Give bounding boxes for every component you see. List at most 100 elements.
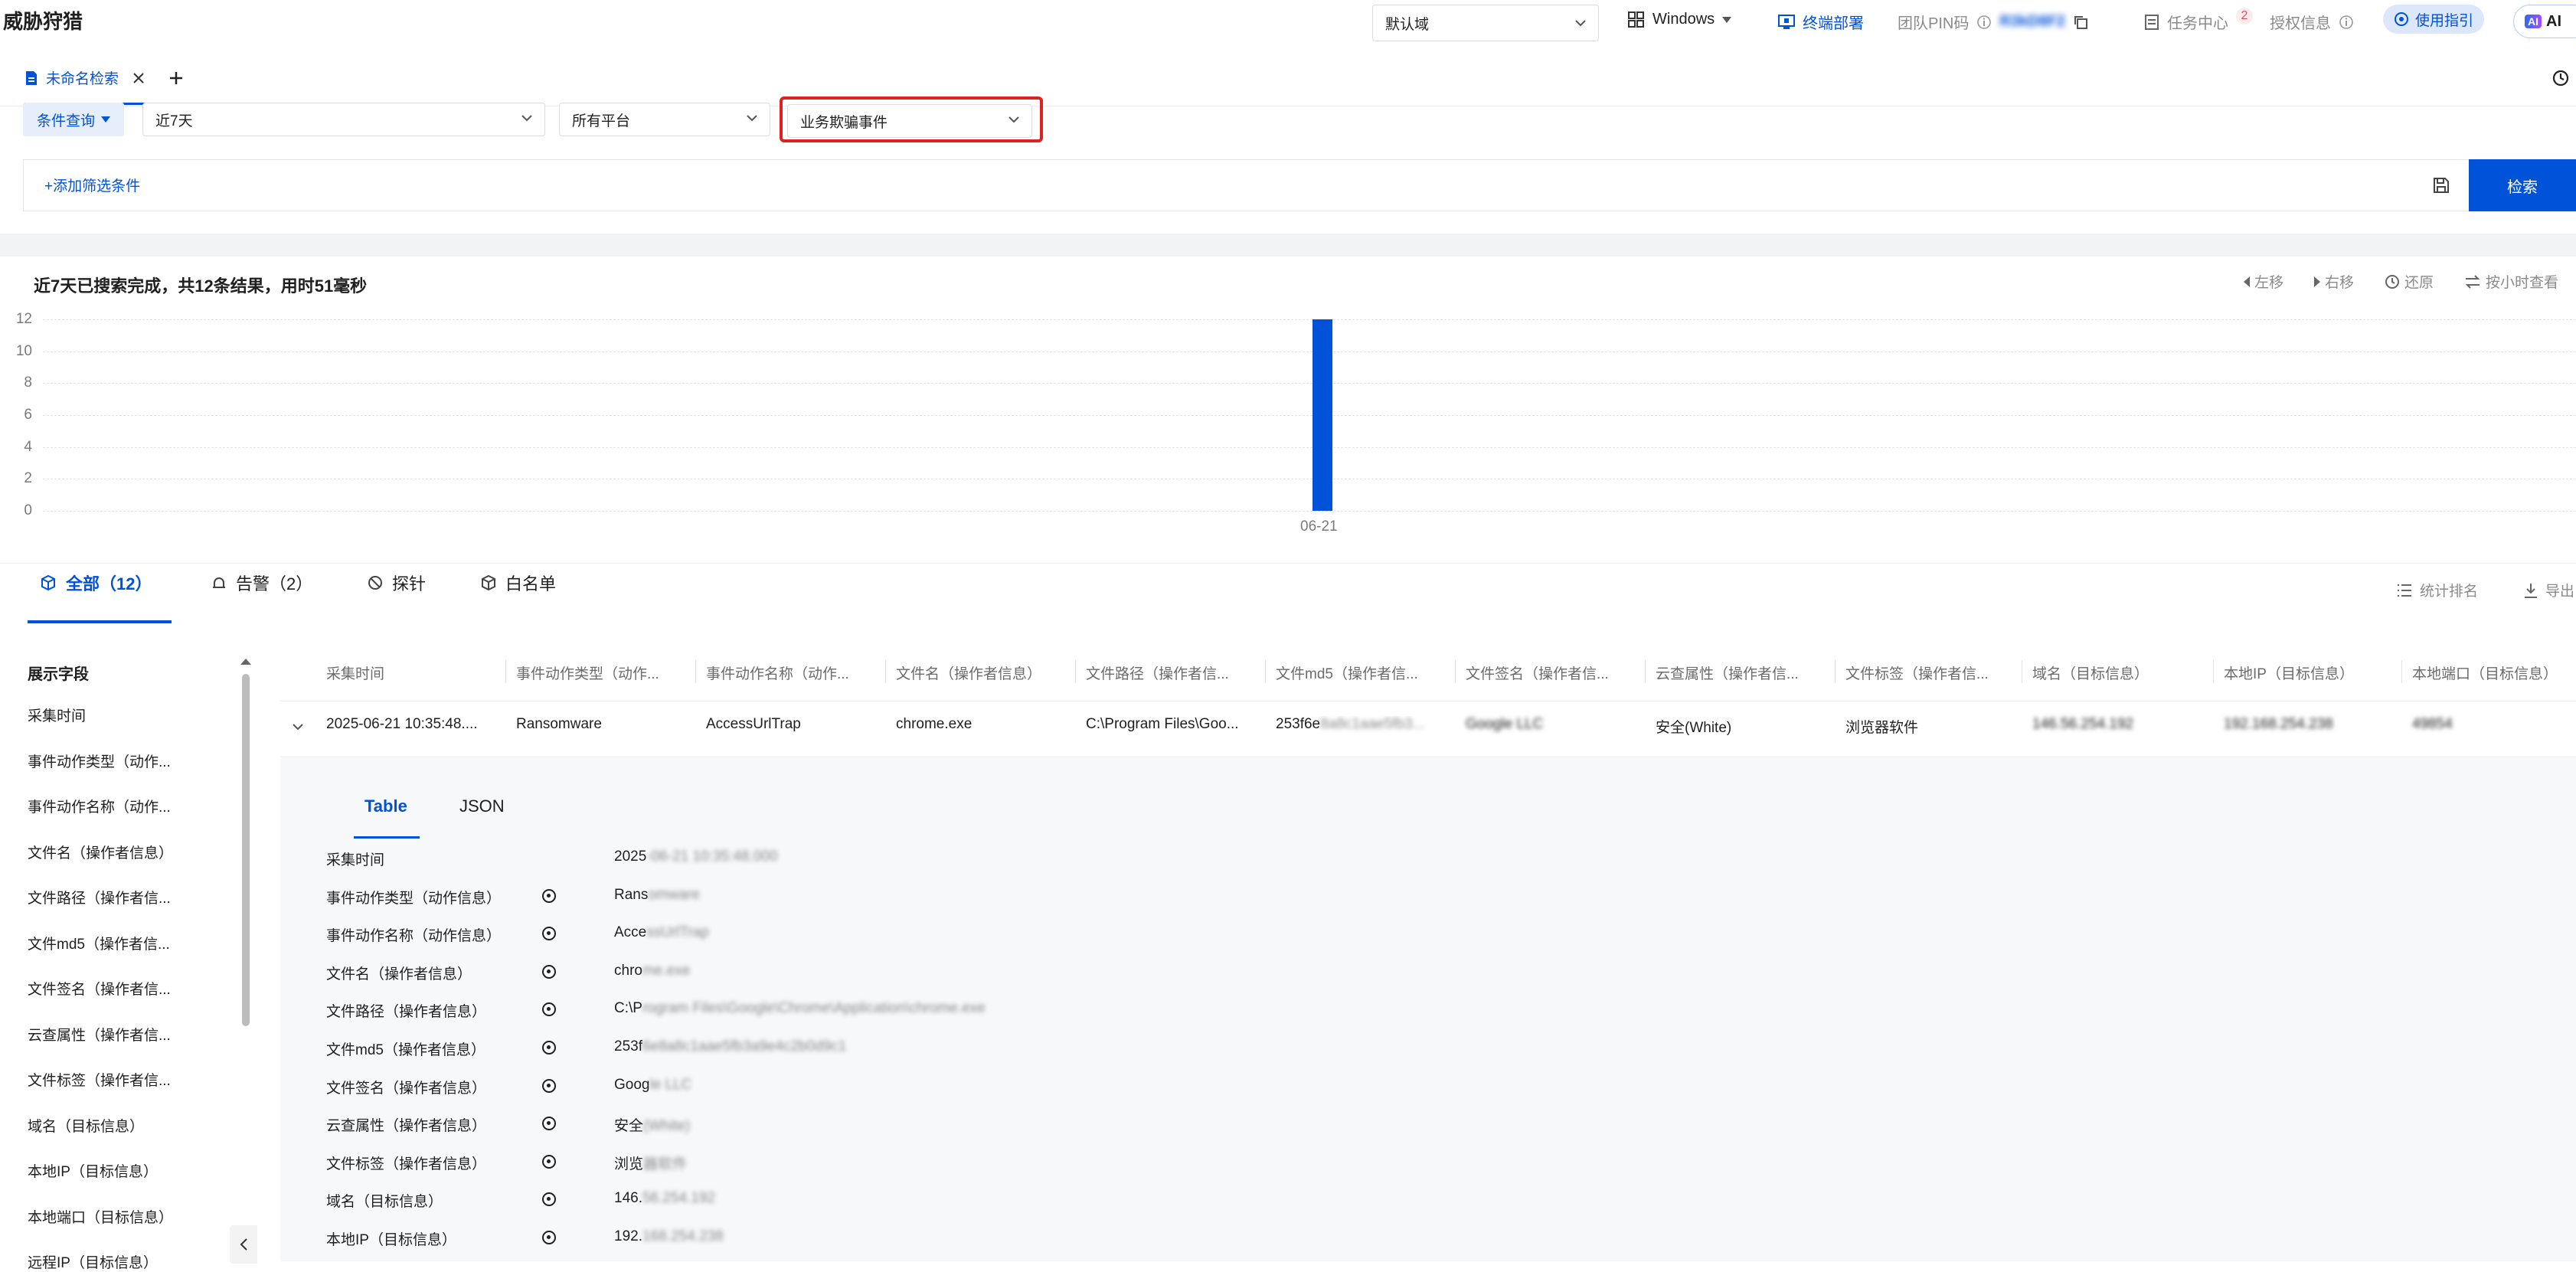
column-header[interactable]: 文件md5（操作者信... bbox=[1276, 662, 1452, 683]
domain-select[interactable]: 默认域 bbox=[1372, 5, 1599, 41]
column-separator[interactable] bbox=[885, 660, 886, 683]
detail-value-masked: ssUrlTrap bbox=[646, 924, 709, 941]
filter-add-icon[interactable] bbox=[542, 888, 556, 903]
collapse-panel-button[interactable] bbox=[230, 1225, 257, 1264]
search-button[interactable]: 检索 bbox=[2469, 159, 2576, 211]
add-filter-link[interactable]: +添加筛选条件 bbox=[44, 175, 140, 195]
field-item[interactable]: 文件md5（操作者信... bbox=[28, 933, 170, 953]
field-item[interactable]: 文件路径（操作者信... bbox=[28, 887, 171, 907]
column-separator[interactable] bbox=[1265, 660, 1266, 683]
column-header[interactable]: 文件标签（操作者信... bbox=[1845, 662, 2022, 683]
swap-icon bbox=[2465, 274, 2480, 289]
add-tab-icon[interactable] bbox=[168, 70, 184, 86]
field-item[interactable]: 文件名（操作者信息） bbox=[28, 842, 173, 862]
column-separator[interactable] bbox=[2401, 660, 2402, 683]
filter-add-icon[interactable] bbox=[542, 1041, 556, 1055]
copy-icon[interactable] bbox=[2073, 15, 2088, 30]
detail-value: 192.168.254.238 bbox=[614, 1228, 724, 1245]
tab-whitelist[interactable]: 白名单 bbox=[481, 571, 556, 595]
column-header[interactable]: 文件名（操作者信息） bbox=[896, 662, 1072, 683]
filter-add-icon[interactable] bbox=[542, 1078, 556, 1093]
detail-tab-indicator bbox=[354, 836, 420, 839]
os-select[interactable]: Windows bbox=[1628, 11, 1732, 28]
field-item[interactable]: 文件签名（操作者信... bbox=[28, 978, 171, 999]
field-item[interactable]: 域名（目标信息） bbox=[28, 1115, 144, 1136]
detail-value-visible: chro bbox=[614, 962, 642, 979]
platform-select[interactable]: 所有平台 bbox=[559, 103, 770, 136]
stats-rank-button[interactable]: 统计排名 bbox=[2397, 580, 2478, 600]
detail-label: 文件路径（操作者信息） bbox=[326, 1004, 487, 1021]
guide-label: 使用指引 bbox=[2415, 12, 2474, 29]
field-item[interactable]: 本地端口（目标信息） bbox=[28, 1206, 173, 1227]
field-item[interactable]: 远程IP（目标信息） bbox=[28, 1251, 158, 1272]
tab-all[interactable]: 全部（12） bbox=[40, 571, 152, 595]
move-left-label: 左移 bbox=[2254, 275, 2284, 291]
column-header[interactable]: 文件路径（操作者信... bbox=[1086, 662, 1262, 683]
column-header[interactable]: 文件签名（操作者信... bbox=[1466, 662, 1642, 683]
chart-bar[interactable] bbox=[1313, 319, 1332, 511]
chart-controls: 左移 右移 还原 按小时查看 bbox=[2244, 271, 2558, 292]
list-icon bbox=[2398, 584, 2411, 597]
column-header[interactable]: 域名（目标信息） bbox=[2032, 662, 2208, 683]
detail-label: 文件签名（操作者信息） bbox=[326, 1080, 487, 1097]
ai-button[interactable]: AI AI bbox=[2513, 5, 2576, 38]
field-item[interactable]: 采集时间 bbox=[28, 705, 86, 725]
license-info[interactable]: 授权信息 bbox=[2270, 11, 2354, 33]
deploy-link[interactable]: 终端部署 bbox=[1778, 11, 1864, 33]
column-separator[interactable] bbox=[1645, 660, 1646, 683]
cube-icon bbox=[41, 574, 55, 591]
field-item[interactable]: 事件动作类型（动作... bbox=[28, 750, 171, 771]
column-header[interactable]: 事件动作名称（动作... bbox=[706, 662, 882, 683]
save-icon[interactable] bbox=[2432, 176, 2450, 195]
query-mode-select[interactable]: 条件查询 bbox=[23, 103, 125, 136]
caret-down-icon bbox=[1722, 16, 1732, 23]
guide-button[interactable]: 使用指引 bbox=[2383, 5, 2485, 34]
column-header[interactable]: 本地IP（目标信息） bbox=[2224, 662, 2400, 683]
filter-add-icon[interactable] bbox=[542, 1231, 556, 1244]
scroll-up-icon[interactable] bbox=[240, 657, 251, 665]
tab-untitled-query[interactable]: 未命名检索 bbox=[25, 67, 145, 88]
close-icon[interactable] bbox=[132, 72, 145, 84]
filter-add-icon[interactable] bbox=[542, 1154, 556, 1169]
table-cell: AccessUrlTrap bbox=[706, 716, 801, 732]
column-separator[interactable] bbox=[1075, 660, 1076, 683]
tab-alert[interactable]: 告警（2） bbox=[211, 571, 312, 595]
y-tick-label: 4 bbox=[24, 438, 32, 455]
table-cell: chrome.exe bbox=[896, 716, 973, 732]
y-tick-label: 2 bbox=[24, 470, 32, 487]
detail-value-visible: 146. bbox=[614, 1190, 642, 1207]
column-separator[interactable] bbox=[1455, 660, 1456, 683]
task-center[interactable]: 任务中心 2 bbox=[2144, 7, 2253, 33]
detail-tab-table[interactable]: Table bbox=[364, 796, 407, 816]
scrollbar-thumb[interactable] bbox=[242, 674, 250, 1026]
tab-probe-label: 探针 bbox=[392, 574, 427, 593]
column-separator[interactable] bbox=[695, 660, 696, 683]
filter-add-icon[interactable] bbox=[542, 964, 556, 979]
column-separator[interactable] bbox=[505, 660, 506, 683]
history-icon[interactable] bbox=[2551, 69, 2570, 87]
ai-logo-icon: AI bbox=[2525, 15, 2542, 28]
field-item[interactable]: 文件标签（操作者信... bbox=[28, 1069, 171, 1090]
move-right-button[interactable]: 右移 bbox=[2314, 271, 2354, 292]
tab-probe[interactable]: 探针 bbox=[368, 571, 426, 595]
column-header[interactable]: 采集时间 bbox=[326, 662, 502, 683]
field-item[interactable]: 本地IP（目标信息） bbox=[28, 1160, 158, 1181]
info-icon[interactable] bbox=[1976, 15, 1992, 30]
column-separator[interactable] bbox=[2213, 660, 2214, 683]
column-header[interactable]: 本地端口（目标信息） bbox=[2412, 662, 2576, 683]
export-button[interactable]: 导出 bbox=[2524, 580, 2574, 600]
column-header[interactable]: 云查属性（操作者信... bbox=[1656, 662, 1832, 683]
detail-value: 安全(White) bbox=[614, 1114, 690, 1135]
field-item[interactable]: 云查属性（操作者信... bbox=[28, 1024, 171, 1045]
time-range-select[interactable]: 近7天 bbox=[142, 103, 545, 136]
restore-button[interactable]: 还原 bbox=[2385, 271, 2434, 292]
license-label: 授权信息 bbox=[2270, 15, 2331, 32]
detail-tab-json[interactable]: JSON bbox=[459, 796, 505, 816]
move-left-button[interactable]: 左移 bbox=[2244, 271, 2283, 292]
column-header[interactable]: 事件动作类型（动作... bbox=[516, 662, 692, 683]
expand-row-icon[interactable] bbox=[293, 723, 303, 731]
column-separator[interactable] bbox=[1835, 660, 1836, 683]
field-item[interactable]: 事件动作名称（动作... bbox=[28, 796, 171, 816]
detail-label: 事件动作类型（动作信息） bbox=[326, 890, 502, 907]
by-hour-button[interactable]: 按小时查看 bbox=[2464, 271, 2558, 292]
